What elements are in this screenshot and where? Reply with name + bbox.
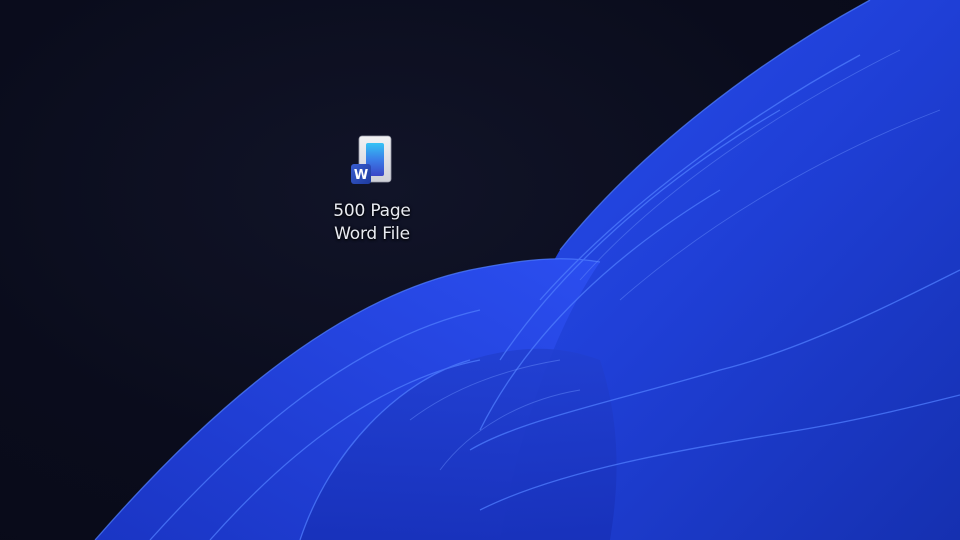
svg-text:W: W (354, 168, 368, 183)
desktop-icon-label-line2: Word File (334, 224, 410, 244)
desktop-icon-label-line1: 500 Page (333, 201, 411, 221)
bloom-wallpaper (94, 0, 960, 540)
desktop-icon-label: 500 Page Word File (318, 200, 426, 246)
word-document-icon: W (351, 135, 392, 184)
desktop-icon-word-file[interactable]: W 500 Page Word File (318, 130, 426, 246)
desktop[interactable]: W 500 Page Word File (0, 0, 960, 540)
